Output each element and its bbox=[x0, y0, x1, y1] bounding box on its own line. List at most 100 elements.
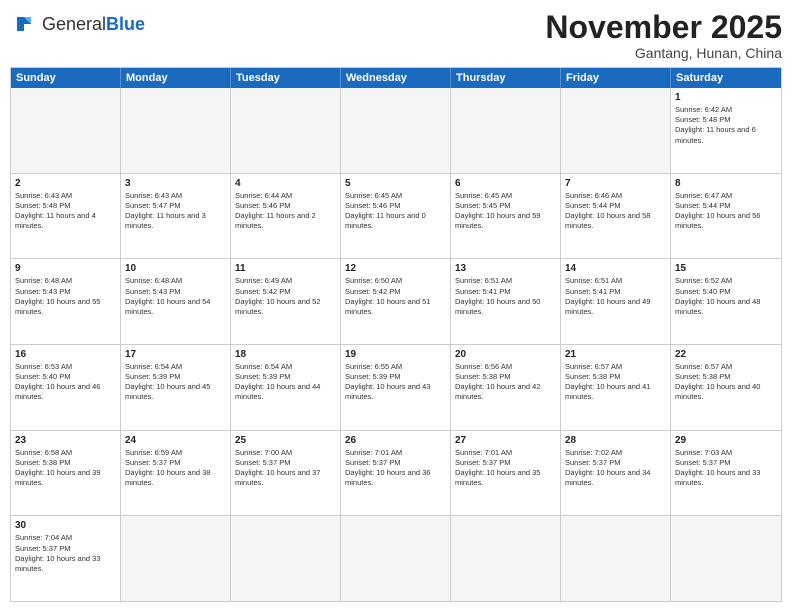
cal-cell-r3-c6: 22Sunrise: 6:57 AM Sunset: 5:38 PM Dayli… bbox=[671, 345, 781, 430]
calendar-body: 1Sunrise: 6:42 AM Sunset: 5:48 PM Daylig… bbox=[11, 88, 781, 601]
header-saturday: Saturday bbox=[671, 68, 781, 88]
cell-text-15: Sunrise: 6:52 AM Sunset: 5:40 PM Dayligh… bbox=[675, 276, 777, 317]
calendar-header: Sunday Monday Tuesday Wednesday Thursday… bbox=[11, 68, 781, 88]
day-number-15: 15 bbox=[675, 262, 777, 275]
day-number-12: 12 bbox=[345, 262, 446, 275]
day-number-22: 22 bbox=[675, 348, 777, 361]
cal-cell-r0-c6: 1Sunrise: 6:42 AM Sunset: 5:48 PM Daylig… bbox=[671, 88, 781, 173]
cell-text-27: Sunrise: 7:01 AM Sunset: 5:37 PM Dayligh… bbox=[455, 448, 556, 489]
day-number-1: 1 bbox=[675, 91, 777, 104]
cal-cell-r4-c3: 26Sunrise: 7:01 AM Sunset: 5:37 PM Dayli… bbox=[341, 431, 451, 516]
cal-cell-r2-c4: 13Sunrise: 6:51 AM Sunset: 5:41 PM Dayli… bbox=[451, 259, 561, 344]
cell-text-7: Sunrise: 6:46 AM Sunset: 5:44 PM Dayligh… bbox=[565, 191, 666, 232]
cell-text-9: Sunrise: 6:48 AM Sunset: 5:43 PM Dayligh… bbox=[15, 276, 116, 317]
day-number-18: 18 bbox=[235, 348, 336, 361]
day-number-6: 6 bbox=[455, 177, 556, 190]
logo: GeneralBlue bbox=[10, 10, 145, 38]
day-number-24: 24 bbox=[125, 434, 226, 447]
cal-cell-r1-c6: 8Sunrise: 6:47 AM Sunset: 5:44 PM Daylig… bbox=[671, 174, 781, 259]
cell-text-12: Sunrise: 6:50 AM Sunset: 5:42 PM Dayligh… bbox=[345, 276, 446, 317]
calendar-row-5: 30Sunrise: 7:04 AM Sunset: 5:37 PM Dayli… bbox=[11, 516, 781, 601]
cal-cell-r2-c0: 9Sunrise: 6:48 AM Sunset: 5:43 PM Daylig… bbox=[11, 259, 121, 344]
cell-text-1: Sunrise: 6:42 AM Sunset: 5:48 PM Dayligh… bbox=[675, 105, 777, 146]
cal-cell-r4-c0: 23Sunrise: 6:58 AM Sunset: 5:38 PM Dayli… bbox=[11, 431, 121, 516]
cell-text-26: Sunrise: 7:01 AM Sunset: 5:37 PM Dayligh… bbox=[345, 448, 446, 489]
header-sunday: Sunday bbox=[11, 68, 121, 88]
cal-cell-r4-c5: 28Sunrise: 7:02 AM Sunset: 5:37 PM Dayli… bbox=[561, 431, 671, 516]
day-number-20: 20 bbox=[455, 348, 556, 361]
day-number-4: 4 bbox=[235, 177, 336, 190]
cell-text-11: Sunrise: 6:49 AM Sunset: 5:42 PM Dayligh… bbox=[235, 276, 336, 317]
cell-text-21: Sunrise: 6:57 AM Sunset: 5:38 PM Dayligh… bbox=[565, 362, 666, 403]
cell-text-29: Sunrise: 7:03 AM Sunset: 5:37 PM Dayligh… bbox=[675, 448, 777, 489]
cal-cell-r4-c6: 29Sunrise: 7:03 AM Sunset: 5:37 PM Dayli… bbox=[671, 431, 781, 516]
title-block: November 2025 Gantang, Hunan, China bbox=[545, 10, 782, 61]
cell-text-3: Sunrise: 6:43 AM Sunset: 5:47 PM Dayligh… bbox=[125, 191, 226, 232]
cell-text-24: Sunrise: 6:59 AM Sunset: 5:37 PM Dayligh… bbox=[125, 448, 226, 489]
header-wednesday: Wednesday bbox=[341, 68, 451, 88]
calendar-row-1: 2Sunrise: 6:43 AM Sunset: 5:48 PM Daylig… bbox=[11, 174, 781, 260]
day-number-3: 3 bbox=[125, 177, 226, 190]
day-number-19: 19 bbox=[345, 348, 446, 361]
cal-cell-r0-c3 bbox=[341, 88, 451, 173]
calendar: Sunday Monday Tuesday Wednesday Thursday… bbox=[10, 67, 782, 602]
cal-cell-r0-c4 bbox=[451, 88, 561, 173]
calendar-row-4: 23Sunrise: 6:58 AM Sunset: 5:38 PM Dayli… bbox=[11, 431, 781, 517]
cal-cell-r3-c2: 18Sunrise: 6:54 AM Sunset: 5:39 PM Dayli… bbox=[231, 345, 341, 430]
cell-text-6: Sunrise: 6:45 AM Sunset: 5:45 PM Dayligh… bbox=[455, 191, 556, 232]
cal-cell-r1-c5: 7Sunrise: 6:46 AM Sunset: 5:44 PM Daylig… bbox=[561, 174, 671, 259]
cal-cell-r3-c0: 16Sunrise: 6:53 AM Sunset: 5:40 PM Dayli… bbox=[11, 345, 121, 430]
calendar-row-0: 1Sunrise: 6:42 AM Sunset: 5:48 PM Daylig… bbox=[11, 88, 781, 174]
day-number-27: 27 bbox=[455, 434, 556, 447]
day-number-5: 5 bbox=[345, 177, 446, 190]
cal-cell-r4-c4: 27Sunrise: 7:01 AM Sunset: 5:37 PM Dayli… bbox=[451, 431, 561, 516]
cell-text-30: Sunrise: 7:04 AM Sunset: 5:37 PM Dayligh… bbox=[15, 533, 116, 574]
cell-text-28: Sunrise: 7:02 AM Sunset: 5:37 PM Dayligh… bbox=[565, 448, 666, 489]
cal-cell-r3-c1: 17Sunrise: 6:54 AM Sunset: 5:39 PM Dayli… bbox=[121, 345, 231, 430]
cell-text-5: Sunrise: 6:45 AM Sunset: 5:46 PM Dayligh… bbox=[345, 191, 446, 232]
cal-cell-r5-c6 bbox=[671, 516, 781, 601]
day-number-10: 10 bbox=[125, 262, 226, 275]
day-number-16: 16 bbox=[15, 348, 116, 361]
cell-text-10: Sunrise: 6:48 AM Sunset: 5:43 PM Dayligh… bbox=[125, 276, 226, 317]
logo-general-text: General bbox=[42, 14, 106, 34]
cal-cell-r0-c0 bbox=[11, 88, 121, 173]
cell-text-17: Sunrise: 6:54 AM Sunset: 5:39 PM Dayligh… bbox=[125, 362, 226, 403]
cell-text-14: Sunrise: 6:51 AM Sunset: 5:41 PM Dayligh… bbox=[565, 276, 666, 317]
cell-text-25: Sunrise: 7:00 AM Sunset: 5:37 PM Dayligh… bbox=[235, 448, 336, 489]
month-title: November 2025 bbox=[545, 10, 782, 45]
header: GeneralBlue November 2025 Gantang, Hunan… bbox=[10, 10, 782, 61]
cell-text-20: Sunrise: 6:56 AM Sunset: 5:38 PM Dayligh… bbox=[455, 362, 556, 403]
day-number-7: 7 bbox=[565, 177, 666, 190]
logo-blue-text: Blue bbox=[106, 14, 145, 34]
cell-text-13: Sunrise: 6:51 AM Sunset: 5:41 PM Dayligh… bbox=[455, 276, 556, 317]
calendar-row-3: 16Sunrise: 6:53 AM Sunset: 5:40 PM Dayli… bbox=[11, 345, 781, 431]
header-monday: Monday bbox=[121, 68, 231, 88]
cell-text-16: Sunrise: 6:53 AM Sunset: 5:40 PM Dayligh… bbox=[15, 362, 116, 403]
cal-cell-r1-c4: 6Sunrise: 6:45 AM Sunset: 5:45 PM Daylig… bbox=[451, 174, 561, 259]
day-number-28: 28 bbox=[565, 434, 666, 447]
logo-icon bbox=[10, 10, 38, 38]
cal-cell-r2-c3: 12Sunrise: 6:50 AM Sunset: 5:42 PM Dayli… bbox=[341, 259, 451, 344]
cal-cell-r4-c2: 25Sunrise: 7:00 AM Sunset: 5:37 PM Dayli… bbox=[231, 431, 341, 516]
day-number-2: 2 bbox=[15, 177, 116, 190]
cal-cell-r5-c0: 30Sunrise: 7:04 AM Sunset: 5:37 PM Dayli… bbox=[11, 516, 121, 601]
page: GeneralBlue November 2025 Gantang, Hunan… bbox=[0, 0, 792, 612]
cal-cell-r5-c3 bbox=[341, 516, 451, 601]
cal-cell-r1-c0: 2Sunrise: 6:43 AM Sunset: 5:48 PM Daylig… bbox=[11, 174, 121, 259]
cal-cell-r2-c2: 11Sunrise: 6:49 AM Sunset: 5:42 PM Dayli… bbox=[231, 259, 341, 344]
cal-cell-r1-c1: 3Sunrise: 6:43 AM Sunset: 5:47 PM Daylig… bbox=[121, 174, 231, 259]
location: Gantang, Hunan, China bbox=[545, 45, 782, 61]
day-number-13: 13 bbox=[455, 262, 556, 275]
cal-cell-r1-c2: 4Sunrise: 6:44 AM Sunset: 5:46 PM Daylig… bbox=[231, 174, 341, 259]
day-number-17: 17 bbox=[125, 348, 226, 361]
cal-cell-r0-c2 bbox=[231, 88, 341, 173]
day-number-11: 11 bbox=[235, 262, 336, 275]
header-tuesday: Tuesday bbox=[231, 68, 341, 88]
cal-cell-r1-c3: 5Sunrise: 6:45 AM Sunset: 5:46 PM Daylig… bbox=[341, 174, 451, 259]
cal-cell-r5-c4 bbox=[451, 516, 561, 601]
cell-text-22: Sunrise: 6:57 AM Sunset: 5:38 PM Dayligh… bbox=[675, 362, 777, 403]
calendar-row-2: 9Sunrise: 6:48 AM Sunset: 5:43 PM Daylig… bbox=[11, 259, 781, 345]
cal-cell-r5-c1 bbox=[121, 516, 231, 601]
day-number-26: 26 bbox=[345, 434, 446, 447]
